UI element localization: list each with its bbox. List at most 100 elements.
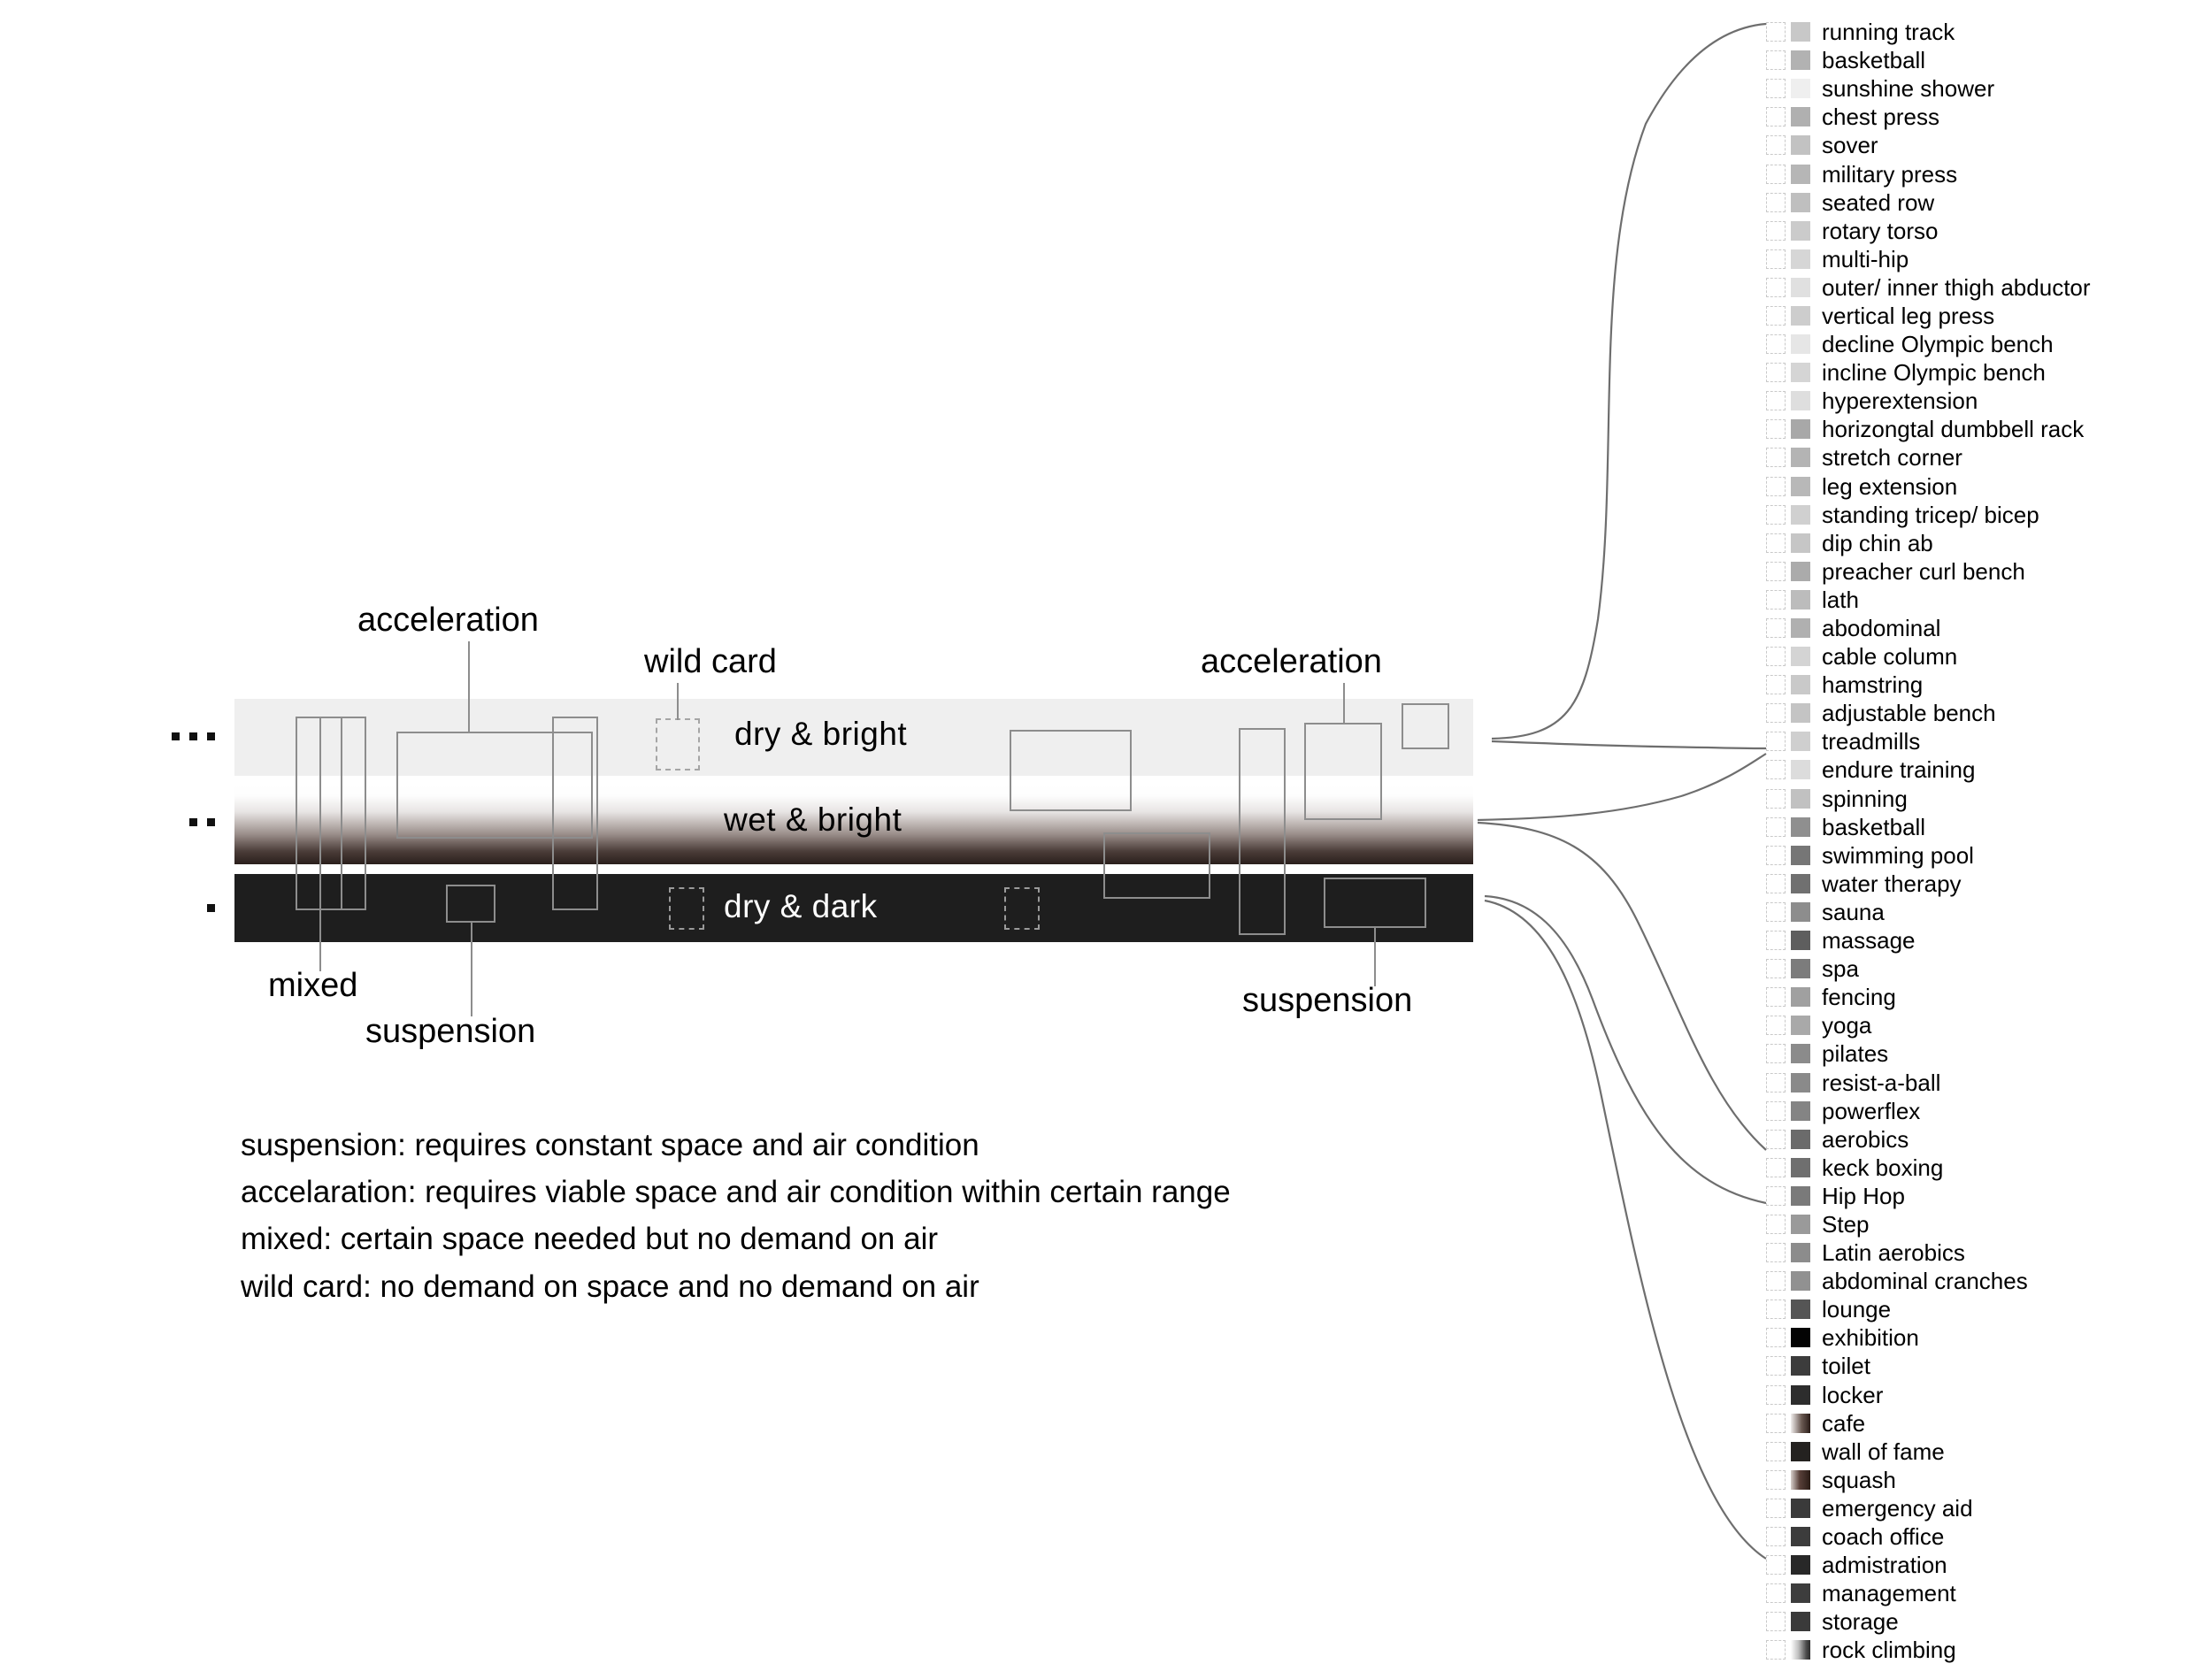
- callout-suspension-right: suspension: [1242, 982, 1413, 1019]
- connector-dry-dark-upper: [1484, 894, 1767, 1205]
- list-item[interactable]: seated row: [1766, 188, 2208, 217]
- list-item[interactable]: toilet: [1766, 1352, 2208, 1380]
- list-item[interactable]: yoga: [1766, 1011, 2208, 1039]
- list-item[interactable]: swimming pool: [1766, 841, 2208, 870]
- list-item-dashed-box: [1766, 1555, 1786, 1576]
- program-rect-bright-right[interactable]: [1010, 730, 1132, 811]
- list-item[interactable]: spa: [1766, 954, 2208, 983]
- program-rect-wild-card-bright[interactable]: [656, 718, 700, 770]
- list-item[interactable]: spinning: [1766, 785, 2208, 813]
- list-item[interactable]: preacher curl bench: [1766, 557, 2208, 586]
- list-item-dashed-box: [1766, 788, 1786, 809]
- list-item-label: endure training: [1822, 756, 1976, 784]
- list-item[interactable]: lath: [1766, 586, 2208, 614]
- list-item[interactable]: admistration: [1766, 1551, 2208, 1579]
- list-item[interactable]: Hip Hop: [1766, 1182, 2208, 1210]
- list-item[interactable]: endure training: [1766, 755, 2208, 784]
- list-item[interactable]: decline Olympic bench: [1766, 330, 2208, 358]
- callout-suspension-left: suspension: [365, 1013, 536, 1050]
- program-rect-suspension-right[interactable]: [1324, 878, 1426, 928]
- leader-suspension-right: [1374, 926, 1376, 986]
- list-item[interactable]: keck boxing: [1766, 1154, 2208, 1182]
- list-item[interactable]: rotary torso: [1766, 217, 2208, 245]
- list-item[interactable]: dip chin ab: [1766, 529, 2208, 557]
- dot-glyph: [172, 732, 180, 740]
- program-rect-tall-narrow-right[interactable]: [1239, 728, 1286, 935]
- list-item[interactable]: military press: [1766, 159, 2208, 188]
- list-item[interactable]: fencing: [1766, 983, 2208, 1011]
- list-item[interactable]: coach office: [1766, 1522, 2208, 1551]
- dot-glyph: [189, 818, 197, 826]
- legend-line-accelaration: accelaration: requires viable space and …: [241, 1175, 1231, 1210]
- list-item[interactable]: Latin aerobics: [1766, 1238, 2208, 1267]
- list-item[interactable]: treadmills: [1766, 727, 2208, 755]
- program-rect-wild-card-dark-b[interactable]: [1004, 887, 1040, 930]
- list-item[interactable]: sover: [1766, 131, 2208, 159]
- list-item[interactable]: cable column: [1766, 642, 2208, 671]
- list-item[interactable]: abodominal: [1766, 614, 2208, 642]
- list-item[interactable]: wall of fame: [1766, 1438, 2208, 1466]
- list-item[interactable]: adjustable bench: [1766, 699, 2208, 727]
- list-item[interactable]: sunshine shower: [1766, 74, 2208, 103]
- list-item[interactable]: leg extension: [1766, 472, 2208, 501]
- program-rect-wet-dark-straddle[interactable]: [1103, 832, 1210, 899]
- list-item[interactable]: abdominal cranches: [1766, 1267, 2208, 1295]
- list-item-dashed-box: [1766, 1016, 1786, 1036]
- program-rect-mixed-b[interactable]: [319, 717, 366, 910]
- list-item[interactable]: water therapy: [1766, 870, 2208, 898]
- list-item[interactable]: exhibition: [1766, 1323, 2208, 1352]
- list-item-label: exhibition: [1822, 1324, 1919, 1352]
- list-item[interactable]: lounge: [1766, 1295, 2208, 1323]
- list-item-label: hamstring: [1822, 671, 1924, 699]
- list-item[interactable]: sauna: [1766, 898, 2208, 926]
- list-item[interactable]: cafe: [1766, 1409, 2208, 1438]
- list-item[interactable]: multi-hip: [1766, 245, 2208, 273]
- list-item-dashed-box: [1766, 1243, 1786, 1263]
- list-item-swatch: [1791, 1469, 1810, 1490]
- list-item[interactable]: rock climbing: [1766, 1636, 2208, 1664]
- leader-wild-card: [677, 683, 679, 720]
- list-item[interactable]: squash: [1766, 1466, 2208, 1494]
- list-item[interactable]: pilates: [1766, 1039, 2208, 1068]
- list-item-dashed-box: [1766, 533, 1786, 553]
- list-item-swatch: [1791, 618, 1810, 639]
- list-item-label: Step: [1822, 1210, 1870, 1238]
- list-item[interactable]: running track: [1766, 18, 2208, 46]
- list-item-swatch: [1791, 1271, 1810, 1292]
- callout-acceleration-right: acceleration: [1201, 643, 1382, 680]
- list-item-dashed-box: [1766, 1384, 1786, 1405]
- list-item[interactable]: vertical leg press: [1766, 302, 2208, 330]
- list-item-label: dip chin ab: [1822, 529, 1933, 556]
- list-item[interactable]: chest press: [1766, 103, 2208, 131]
- list-item[interactable]: storage: [1766, 1607, 2208, 1636]
- list-item-dashed-box: [1766, 1527, 1786, 1547]
- list-item[interactable]: basketball: [1766, 46, 2208, 74]
- list-item-dashed-box: [1766, 1300, 1786, 1320]
- list-item[interactable]: hyperextension: [1766, 387, 2208, 415]
- list-item-label: squash: [1822, 1466, 1896, 1493]
- list-item[interactable]: powerflex: [1766, 1097, 2208, 1125]
- list-item-swatch: [1791, 1072, 1810, 1092]
- list-item[interactable]: incline Olympic bench: [1766, 358, 2208, 387]
- program-rect-tall-narrow-left[interactable]: [552, 717, 598, 910]
- list-item[interactable]: hamstring: [1766, 671, 2208, 699]
- list-item[interactable]: standing tricep/ bicep: [1766, 501, 2208, 529]
- program-rect-suspension-left[interactable]: [446, 885, 495, 923]
- list-item[interactable]: outer/ inner thigh abductor: [1766, 273, 2208, 302]
- list-item[interactable]: massage: [1766, 926, 2208, 954]
- list-item[interactable]: Step: [1766, 1210, 2208, 1238]
- list-item-swatch: [1791, 788, 1810, 809]
- equipment-list[interactable]: running track basketball sunshine shower ch…: [1766, 18, 2208, 1664]
- list-item[interactable]: locker: [1766, 1381, 2208, 1409]
- list-item[interactable]: stretch corner: [1766, 443, 2208, 472]
- program-rect-acceleration-right[interactable]: [1304, 723, 1382, 820]
- list-item[interactable]: management: [1766, 1579, 2208, 1607]
- program-rect-bright-far-right[interactable]: [1402, 703, 1449, 749]
- list-item[interactable]: aerobics: [1766, 1125, 2208, 1154]
- list-item[interactable]: horizongtal dumbbell rack: [1766, 415, 2208, 443]
- list-item-dashed-box: [1766, 901, 1786, 922]
- list-item[interactable]: basketball: [1766, 813, 2208, 841]
- list-item[interactable]: resist-a-ball: [1766, 1068, 2208, 1096]
- list-item[interactable]: emergency aid: [1766, 1494, 2208, 1522]
- program-rect-wild-card-dark-a[interactable]: [669, 887, 704, 930]
